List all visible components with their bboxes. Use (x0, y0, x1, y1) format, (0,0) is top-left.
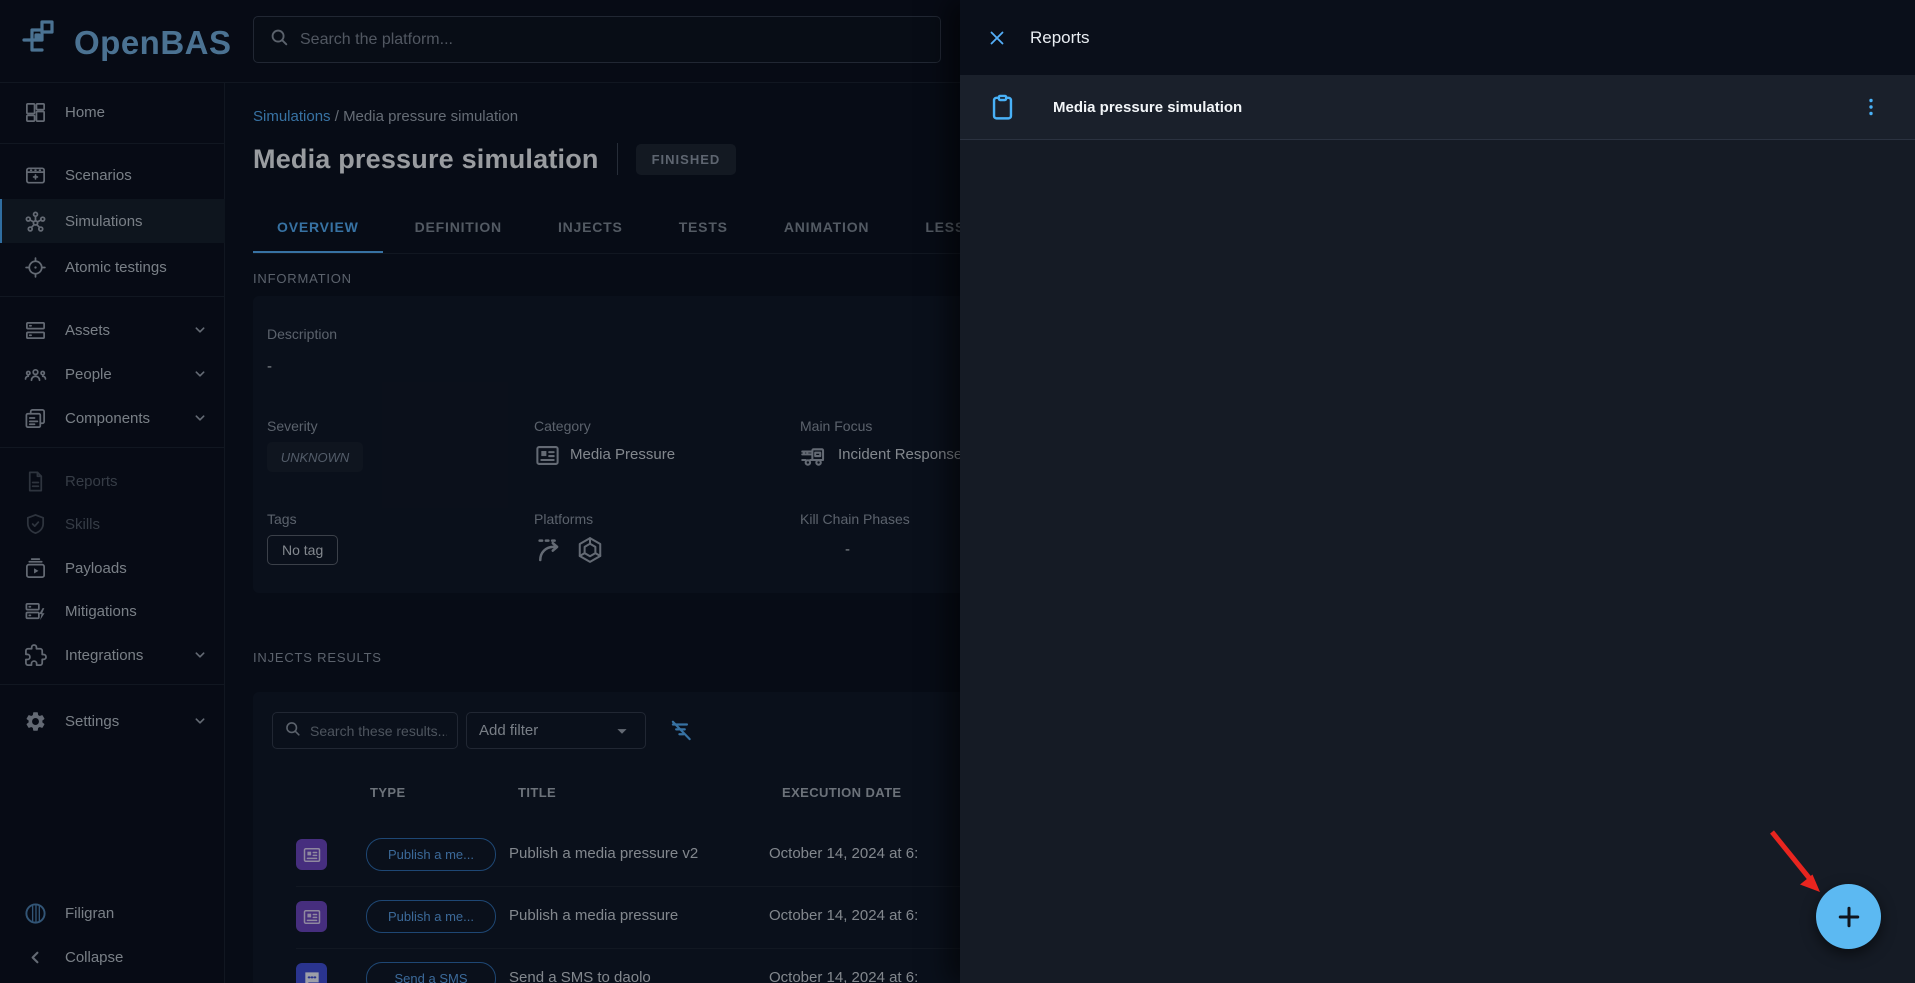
plus-icon (1834, 902, 1864, 932)
drawer-header: Reports (960, 0, 1915, 75)
clipboard-icon (988, 93, 1017, 122)
add-report-fab[interactable] (1816, 884, 1881, 949)
report-list-item[interactable]: Media pressure simulation (960, 75, 1915, 140)
reports-drawer: Reports Media pressure simulation (960, 0, 1915, 983)
openbas-app: OpenBAS Home Scenarios (0, 0, 1915, 983)
close-icon[interactable] (986, 27, 1008, 49)
kebab-menu-icon[interactable] (1859, 95, 1883, 119)
report-item-label: Media pressure simulation (1053, 99, 1242, 116)
drawer-title: Reports (1030, 28, 1090, 48)
